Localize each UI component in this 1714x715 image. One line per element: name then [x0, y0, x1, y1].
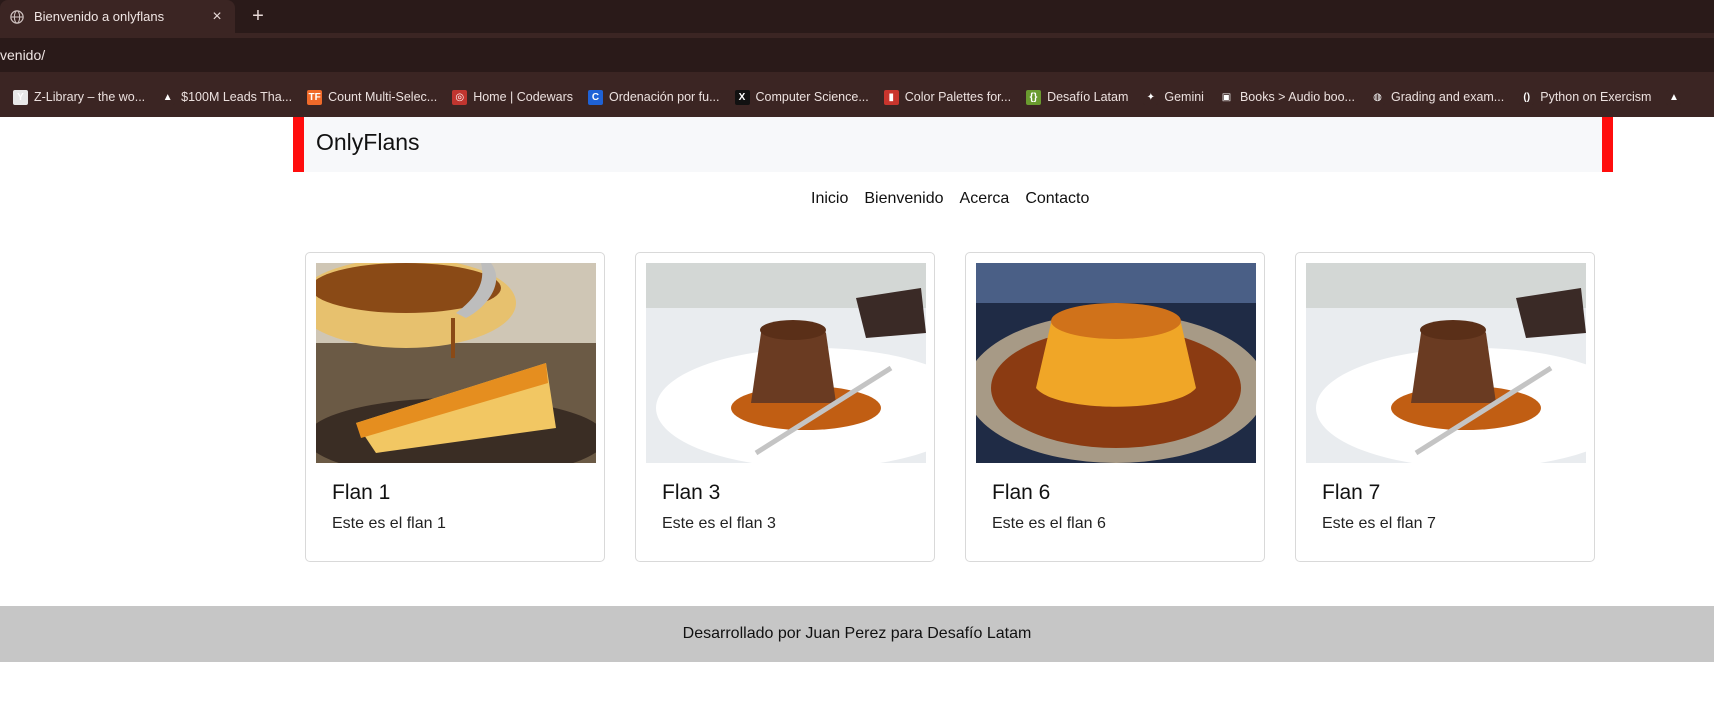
bookmark-label: Computer Science... [755, 90, 869, 104]
bookmark-label: Z-Library – the wo... [34, 90, 146, 104]
bookmark-label: $100M Leads Tha... [181, 90, 293, 104]
browser-tab[interactable]: Bienvenido a onlyflans × [0, 0, 235, 33]
flan-image [976, 263, 1256, 463]
flan-card: Flan 1 Este es el flan 1 [305, 252, 605, 562]
flan-card: Flan 3 Este es el flan 3 [635, 252, 935, 562]
bookmark-label: Desafío Latam [1047, 90, 1129, 104]
bookmark-item[interactable]: X Computer Science... [734, 89, 869, 105]
bookmark-label: Python on Exercism [1540, 90, 1652, 104]
bookmark-item[interactable]: ▲ [1666, 89, 1687, 105]
card-text: Este es el flan 1 [332, 515, 446, 532]
bookmark-label: Grading and exam... [1390, 90, 1505, 104]
bookmark-item[interactable]: ✦ Gemini [1143, 89, 1204, 105]
bookmark-label: Gemini [1164, 90, 1204, 104]
browser-tab-strip: Bienvenido a onlyflans × + [0, 0, 1714, 33]
nav-link-acerca[interactable]: Acerca [960, 190, 1010, 208]
bookmark-item[interactable]: ▣ Books > Audio boo... [1218, 89, 1355, 105]
triangle-icon: ▲ [160, 89, 176, 105]
bookmark-label: Count Multi-Selec... [328, 90, 438, 104]
globe-icon [10, 9, 24, 24]
drive-icon: ▲ [1666, 89, 1682, 105]
desafio-icon: {} [1026, 89, 1042, 105]
site-footer: Desarrollado por Juan Perez para Desafío… [0, 606, 1714, 662]
card-text: Este es el flan 6 [992, 515, 1106, 532]
x-icon: X [734, 89, 750, 105]
new-tab-button[interactable]: + [246, 4, 270, 28]
card-title: Flan 6 [992, 481, 1051, 504]
card-text: Este es el flan 3 [662, 515, 776, 532]
flan-image [316, 263, 596, 463]
bookmark-item[interactable]: ▮ Color Palettes for... [883, 89, 1012, 105]
flan-image [1306, 263, 1586, 463]
page-content: OnlyFlans Inicio Bienvenido Acerca Conta… [0, 117, 1714, 715]
bookmarks-bar: Y Z-Library – the wo... ▲ $100M Leads Tha..… [0, 77, 1714, 117]
nav-link-inicio[interactable]: Inicio [811, 190, 848, 208]
monitor-icon: ▣ [1218, 89, 1234, 105]
flan-card: Flan 7 Este es el flan 7 [1295, 252, 1595, 562]
c-icon: C [588, 89, 604, 105]
nav-link-contacto[interactable]: Contacto [1025, 190, 1089, 208]
card-text: Este es el flan 7 [1322, 515, 1436, 532]
bookmark-item[interactable]: () Python on Exercism [1519, 89, 1652, 105]
flan-card: Flan 6 Este es el flan 6 [965, 252, 1265, 562]
footer-text: Desarrollado por Juan Perez para Desafío… [682, 625, 1032, 642]
codewars-icon: ◎ [452, 89, 468, 105]
url-field[interactable]: venido/ [0, 38, 1714, 72]
bookmark-item[interactable]: C Ordenación por fu... [588, 89, 720, 105]
gemini-icon: ✦ [1143, 89, 1159, 105]
address-bar: venido/ [0, 33, 1714, 77]
card-title: Flan 1 [332, 481, 391, 504]
bookmark-label: Ordenación por fu... [609, 90, 720, 104]
bookmark-item[interactable]: ▲ $100M Leads Tha... [160, 89, 293, 105]
z-library-icon: Y [13, 89, 28, 105]
site-brand[interactable]: OnlyFlans [316, 129, 420, 156]
site-header: OnlyFlans [293, 117, 1613, 172]
exercism-icon: () [1519, 89, 1535, 105]
globe-icon: ◍ [1369, 89, 1385, 105]
bookmark-label: Color Palettes for... [904, 90, 1012, 104]
bookmark-item[interactable]: ◍ Grading and exam... [1369, 89, 1505, 105]
bookmark-item[interactable]: {} Desafío Latam [1026, 89, 1129, 105]
tab-title: Bienvenido a onlyflans [34, 9, 165, 24]
bookmark-label: Home | Codewars [473, 90, 574, 104]
palette-icon: ▮ [883, 89, 899, 105]
bookmark-label: Books > Audio boo... [1239, 90, 1355, 104]
card-title: Flan 7 [1322, 481, 1381, 504]
site-nav: Inicio Bienvenido Acerca Contacto [811, 190, 1089, 208]
close-tab-icon[interactable]: × [209, 8, 225, 26]
bookmark-item[interactable]: Y Z-Library – the wo... [13, 89, 146, 105]
card-title: Flan 3 [662, 481, 721, 504]
nav-link-bienvenido[interactable]: Bienvenido [864, 190, 943, 208]
bookmark-item[interactable]: TF Count Multi-Selec... [307, 89, 438, 105]
bookmark-item[interactable]: ◎ Home | Codewars [452, 89, 574, 105]
flan-image [646, 263, 926, 463]
url-text: venido/ [0, 47, 46, 63]
tf-icon: TF [307, 89, 323, 105]
